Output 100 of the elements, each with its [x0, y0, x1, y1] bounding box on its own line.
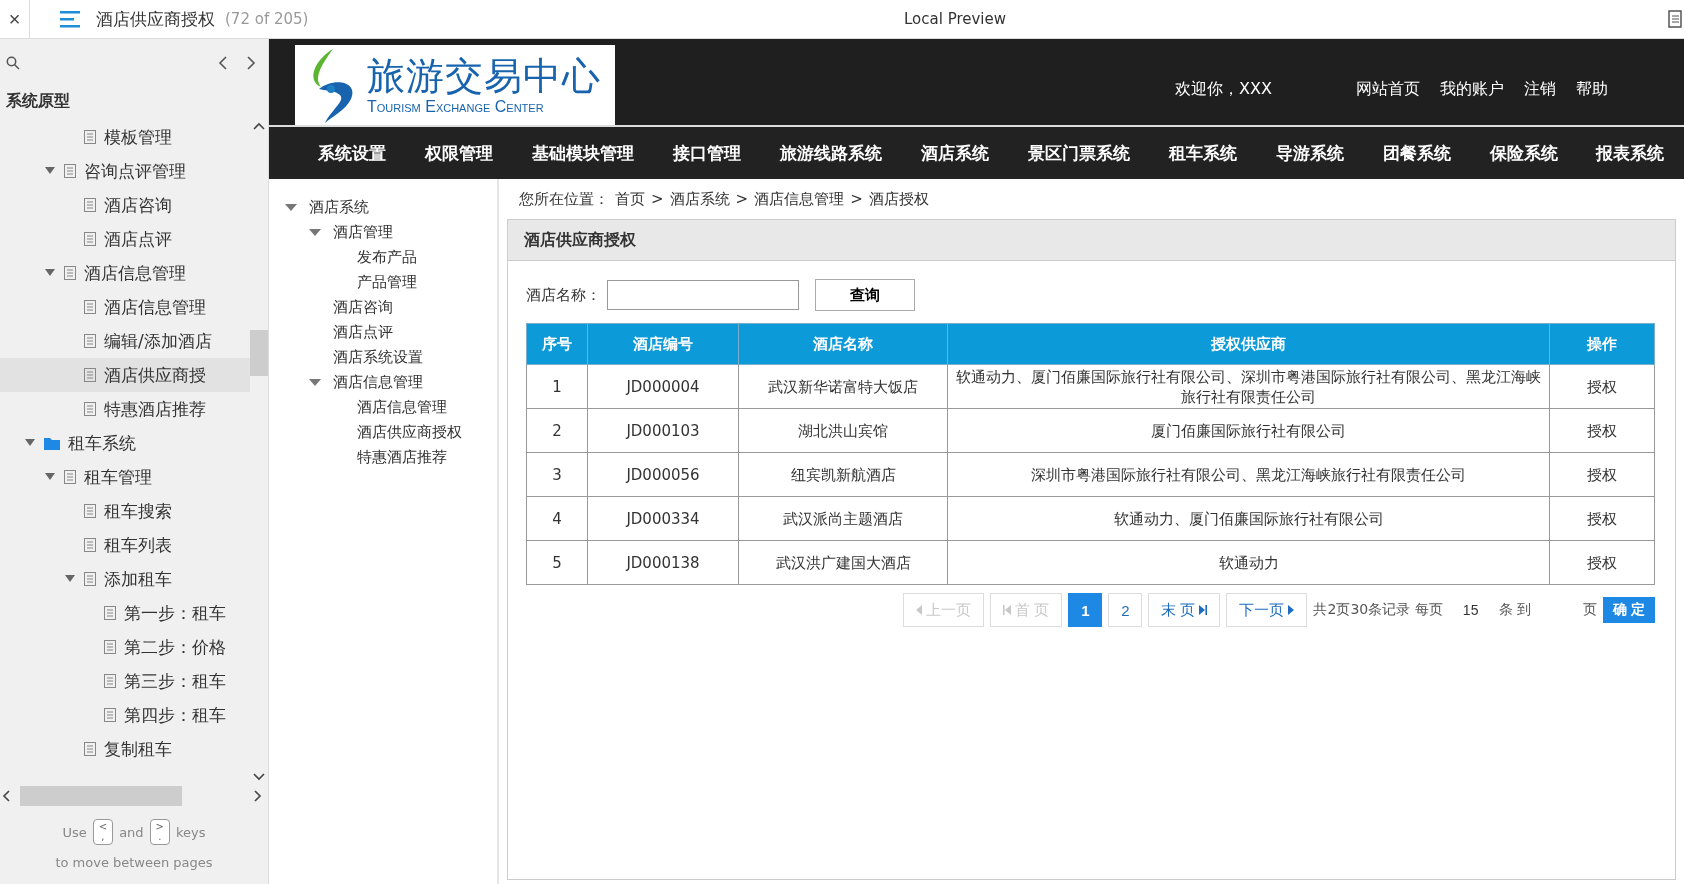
page-icon	[104, 708, 116, 722]
tree-item[interactable]: 酒店信息管理	[269, 395, 497, 420]
tree-item[interactable]: 租车系统	[0, 426, 250, 460]
tree-item[interactable]: 酒店点评	[269, 320, 497, 345]
tree-item[interactable]: 第四步：租车	[0, 698, 250, 732]
page-icon	[84, 198, 96, 212]
confirm-button[interactable]: 确 定	[1603, 597, 1655, 623]
page-title: 酒店供应商授权	[96, 7, 215, 31]
tree-item[interactable]: 咨询点评管理	[0, 154, 250, 188]
tree-item[interactable]: 产品管理	[269, 270, 497, 295]
nav-item[interactable]: 团餐系统	[1382, 141, 1451, 165]
header-link[interactable]: 帮助	[1575, 78, 1608, 100]
header-link[interactable]: 网站首页	[1355, 78, 1420, 100]
page-icon	[84, 504, 96, 518]
search-icon[interactable]	[6, 56, 20, 70]
page-number-button[interactable]: 1	[1068, 593, 1103, 627]
nav-item[interactable]: 系统设置	[318, 141, 387, 165]
breadcrumb-link[interactable]: 酒店授权	[868, 189, 929, 209]
table-cell: 软通动力、厦门佰廉国际旅行社有限公司、深圳市粤港国际旅行社有限公司、黑龙江海峡旅行社有限责任公司	[947, 364, 1550, 409]
page-number-button[interactable]: 2	[1108, 593, 1143, 627]
sidebar-heading: 系统原型	[5, 90, 71, 112]
tree-item[interactable]: 第二步：价格	[0, 630, 250, 664]
tree-item[interactable]: 酒店咨询	[269, 295, 497, 320]
tree-item[interactable]: 酒店咨询	[0, 188, 250, 222]
tree-item[interactable]: 第三步：租车	[0, 664, 250, 698]
expand-caret-icon[interactable]	[45, 473, 55, 481]
tree-item[interactable]: 酒店信息管理	[0, 256, 250, 290]
page-icon	[84, 232, 96, 246]
nav-item[interactable]: 导游系统	[1275, 141, 1344, 165]
nav-item[interactable]: 报表系统	[1596, 141, 1665, 165]
nav-item[interactable]: 旅游线路系统	[780, 141, 883, 165]
tree-item[interactable]: 租车管理	[0, 460, 250, 494]
expand-caret-icon[interactable]	[45, 269, 55, 277]
expand-caret-icon[interactable]	[65, 575, 75, 583]
nav-item[interactable]: 基础模块管理	[532, 141, 635, 165]
scroll-left-icon[interactable]	[2, 790, 10, 802]
nav-item[interactable]: 租车系统	[1168, 141, 1237, 165]
page-summary: 共2页30条记录 每页	[1313, 601, 1443, 619]
header-link[interactable]: 注销	[1523, 78, 1556, 100]
close-button[interactable]: ×	[0, 0, 30, 38]
last-page-button[interactable]: 末 页	[1148, 593, 1221, 627]
skip-to-start-icon	[1003, 605, 1012, 615]
next-page-icon[interactable]	[246, 55, 256, 71]
scroll-up-icon[interactable]	[253, 122, 265, 130]
page-icon	[84, 402, 96, 416]
scrollbar-thumb[interactable]	[20, 786, 182, 806]
tree-item[interactable]: 酒店点评	[0, 222, 250, 256]
tree-item[interactable]: 发布产品	[269, 245, 497, 270]
authorize-link[interactable]: 授权	[1587, 509, 1617, 528]
tree-item[interactable]: 租车搜索	[0, 494, 250, 528]
hotel-name-field[interactable]	[607, 280, 799, 310]
tree-item[interactable]: 特惠酒店推荐	[0, 392, 250, 426]
tree-item[interactable]: 酒店系统	[269, 195, 497, 220]
table-cell: 4	[526, 496, 588, 541]
breadcrumb-link[interactable]: 首页	[615, 189, 645, 209]
next-page-button[interactable]: 下一页	[1226, 593, 1308, 627]
left-triangle-icon	[916, 605, 923, 615]
header-link[interactable]: 我的账户	[1439, 78, 1504, 100]
tree-item[interactable]: 酒店信息管理	[0, 290, 250, 324]
authorize-link[interactable]: 授权	[1587, 421, 1617, 440]
menu-icon[interactable]	[60, 10, 82, 28]
panel-icon[interactable]	[1668, 10, 1682, 28]
tree-item[interactable]: 酒店系统设置	[269, 345, 497, 370]
tree-item[interactable]: 酒店信息管理	[269, 370, 497, 395]
expand-caret-icon[interactable]	[25, 439, 35, 447]
nav-item[interactable]: 酒店系统	[921, 141, 989, 165]
hint-text: and	[119, 824, 144, 840]
logo-title: 旅游交易中心	[367, 54, 601, 98]
nav-item[interactable]: 权限管理	[425, 141, 494, 165]
authorize-link[interactable]: 授权	[1587, 465, 1617, 484]
tree-item[interactable]: 模板管理	[0, 120, 250, 154]
tree-item[interactable]: 复制租车	[0, 732, 250, 766]
nav-item[interactable]: 保险系统	[1489, 141, 1558, 165]
tree-item[interactable]: 特惠酒店推荐	[269, 445, 497, 470]
tree-item[interactable]: 编辑/添加酒店	[0, 324, 250, 358]
breadcrumb-link[interactable]: 酒店信息管理	[754, 189, 845, 209]
page-icon	[64, 470, 76, 484]
scroll-right-icon[interactable]	[254, 790, 262, 802]
expand-caret-icon[interactable]	[285, 203, 297, 212]
scrollbar-thumb[interactable]	[250, 330, 268, 376]
tree-item[interactable]: 酒店供应商授	[0, 358, 250, 392]
expand-caret-icon[interactable]	[309, 228, 321, 237]
tree-item[interactable]: 酒店管理	[269, 220, 497, 245]
tree-item[interactable]: 租车列表	[0, 528, 250, 562]
tree-item[interactable]: 添加租车	[0, 562, 250, 596]
nav-item[interactable]: 景区门票系统	[1027, 141, 1130, 165]
expand-caret-icon[interactable]	[45, 167, 55, 175]
scroll-down-icon[interactable]	[253, 773, 265, 781]
breadcrumb-link[interactable]: 酒店系统	[669, 189, 730, 209]
authorize-link[interactable]: 授权	[1587, 553, 1617, 572]
tree-item[interactable]: 第一步：租车	[0, 596, 250, 630]
page-icon	[104, 606, 116, 620]
nav-item[interactable]: 接口管理	[673, 141, 742, 165]
page-icon	[64, 266, 76, 280]
query-button[interactable]: 查询	[815, 279, 915, 311]
tree-item[interactable]: 酒店供应商授权	[269, 420, 497, 445]
previous-page-icon[interactable]	[218, 55, 228, 71]
authorize-link[interactable]: 授权	[1587, 377, 1617, 396]
expand-caret-icon[interactable]	[309, 378, 321, 387]
logo[interactable]: 旅游交易中心 Tourism Exchange Center	[295, 45, 615, 125]
